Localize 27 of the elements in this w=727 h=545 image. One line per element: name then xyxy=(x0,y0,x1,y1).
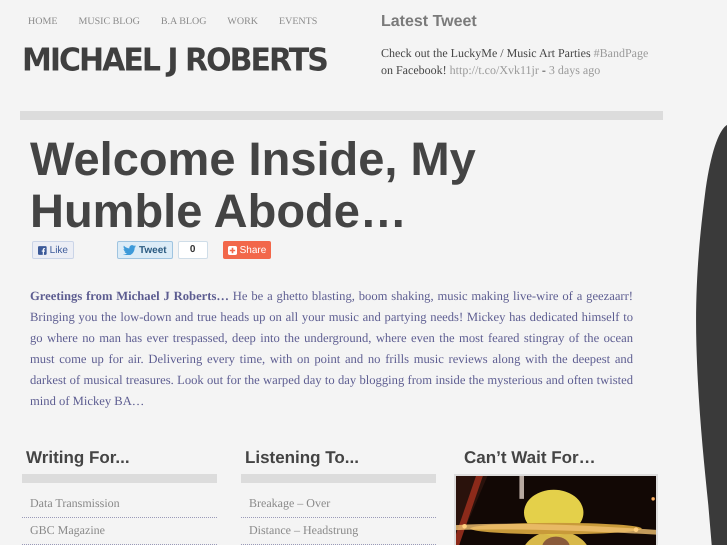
nav-link[interactable]: WORK xyxy=(227,16,258,27)
list-link[interactable]: Breakage – Over xyxy=(241,491,436,518)
tweet-link[interactable]: 3 days ago xyxy=(548,63,600,77)
section-heading: Listening To... xyxy=(245,448,360,468)
tweet-button[interactable]: Tweet xyxy=(117,241,173,259)
plus-icon xyxy=(228,246,237,254)
site-logo[interactable]: MICHAEL J ROBERTS xyxy=(22,42,381,79)
tweet-text: Check out the LuckyMe / Music Art Parties #BandPage on Facebook! http://t.co/Xvk11jr - 3 days ago xyxy=(381,45,650,79)
tweet-link[interactable]: http://t.co/Xvk11jr xyxy=(450,63,539,77)
like-button[interactable]: Like xyxy=(32,241,74,259)
bird-icon xyxy=(123,245,136,255)
nav-link[interactable]: EVENTS xyxy=(278,16,318,27)
list-link[interactable]: Data Transmission xyxy=(22,491,217,518)
tweet-count: 0 xyxy=(178,241,208,259)
page-heading: Welcome Inside, My Humble Abode… xyxy=(30,133,477,237)
section-heading: Can’t Wait For… xyxy=(464,448,597,468)
nav-link[interactable]: B.A BLOG xyxy=(160,16,206,27)
list-link[interactable]: GBC Magazine xyxy=(22,518,217,545)
intro-paragraph: Greetings from Michael J Roberts… He be a ghetto blasting, boom shaking, music making live-wire of a geezaarr! Bringing you the low-down and true heads up on all your music and partying needs! Mickey has dedicated himself to go where no man has ever trespassed, deep into the underground, where even the most feared stingray of the ocean must come up for air. Delivering every time, with on point and no frills music reviews along with the deepest and darkest of musical treasures. Look out for the warped day to day blogging from inside the mysterious and often twisted mind of Mickey BA… xyxy=(30,288,633,410)
facebook-icon xyxy=(38,244,47,256)
tweet-link[interactable]: #BandPage xyxy=(594,46,648,60)
section-heading: Writing For... xyxy=(26,448,131,468)
nav-link[interactable]: HOME xyxy=(28,16,58,27)
list-link[interactable]: Distance – Headstrung xyxy=(241,518,436,545)
share-button[interactable]: Share xyxy=(222,241,272,259)
tweet-heading: Latest Tweet xyxy=(381,13,478,31)
nav-link[interactable]: MUSIC BLOG xyxy=(78,16,140,27)
